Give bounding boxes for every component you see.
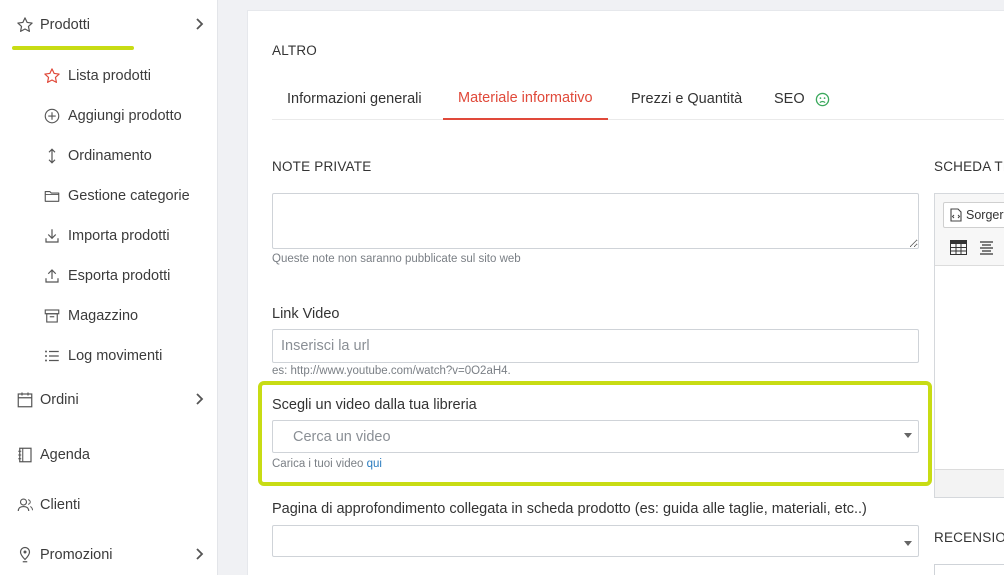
sidebar-item-agenda[interactable]: Agenda [0, 438, 218, 472]
video-link-label: Link Video [272, 306, 340, 322]
rich-text-editor[interactable]: Sorger [934, 193, 1004, 498]
tab-prezzi-quantita[interactable]: Prezzi e Quantità [616, 78, 757, 120]
sidebar-item-label: Esporta prodotti [68, 268, 171, 284]
sidebar-item-label: Prodotti [40, 17, 90, 33]
source-button[interactable]: Sorger [943, 202, 1004, 228]
sidebar-item-label: Clienti [40, 497, 81, 513]
sidebar-item-label: Ordini [40, 392, 79, 408]
sidebar-item-promozioni[interactable]: Promozioni [0, 538, 218, 572]
related-page-select[interactable] [272, 525, 919, 557]
private-notes-textarea[interactable] [272, 193, 919, 249]
list-icon [42, 346, 62, 366]
chevron-down-icon [904, 541, 912, 546]
book-icon [15, 445, 35, 465]
table-icon[interactable] [947, 236, 969, 258]
plus-circle-icon [42, 106, 62, 126]
up-down-arrow-icon [42, 146, 62, 166]
sidebar-item-label: Log movimenti [68, 348, 163, 364]
sidebar: Prodotti Lista prodotti Aggiungi prodott… [0, 0, 218, 575]
sidebar-item-ordini[interactable]: Ordini [0, 383, 218, 417]
sidebar-item-clienti[interactable]: Clienti [0, 488, 218, 522]
sidebar-item-aggiungi-prodotto[interactable]: Aggiungi prodotto [0, 101, 218, 131]
editor-toolbar: Sorger [935, 194, 1004, 266]
sidebar-item-ordinamento[interactable]: Ordinamento [0, 141, 218, 171]
sidebar-item-gestione-categorie[interactable]: Gestione categorie [0, 181, 218, 211]
tab-materiale-informativo[interactable]: Materiale informativo [443, 78, 608, 120]
recensioni-field[interactable] [934, 564, 1004, 575]
tab-label: Informazioni generali [287, 91, 422, 107]
tab-label: Materiale informativo [458, 90, 593, 106]
sidebar-item-magazzino[interactable]: Magazzino [0, 301, 218, 331]
sidebar-item-label: Lista prodotti [68, 68, 152, 84]
sidebar-item-log-movimenti[interactable]: Log movimenti [0, 341, 218, 371]
align-justify-icon[interactable] [975, 236, 997, 258]
hint-text: Carica i tuoi video [272, 458, 364, 470]
notes-label: NOTE PRIVATE [272, 159, 372, 174]
sidebar-item-label: Gestione categorie [68, 188, 190, 204]
related-page-label: Pagina di approfondimento collegata in s… [272, 501, 867, 517]
sidebar-item-label: Magazzino [68, 308, 139, 324]
download-icon [42, 226, 62, 246]
video-library-hint: Carica i tuoi video qui [272, 458, 382, 470]
video-url-input[interactable] [272, 329, 919, 363]
video-library-label: Scegli un video dalla tua libreria [272, 397, 477, 413]
sidebar-item-prodotti[interactable]: Prodotti [0, 8, 218, 42]
star-outline-red-icon [42, 66, 62, 86]
upload-icon [42, 266, 62, 286]
source-icon [950, 208, 962, 222]
video-library-select[interactable]: Cerca un video [272, 420, 919, 453]
sidebar-item-importa-prodotti[interactable]: Importa prodotti [0, 221, 218, 251]
select-placeholder: Cerca un video [293, 429, 391, 445]
sidebar-item-label: Importa prodotti [68, 228, 170, 244]
section-title: ALTRO [272, 43, 318, 58]
sidebar-item-label: Agenda [40, 447, 90, 463]
tab-bar: Informazioni generali Materiale informat… [272, 78, 1004, 120]
upload-videos-link[interactable]: qui [367, 458, 382, 470]
tab-label: Prezzi e Quantità [631, 91, 743, 107]
users-icon [15, 495, 35, 515]
chevron-right-icon [194, 17, 204, 33]
chevron-down-icon [904, 433, 912, 438]
folder-icon [42, 186, 62, 206]
editor-footer [935, 469, 1004, 497]
sidebar-item-lista-prodotti[interactable]: Lista prodotti [0, 61, 218, 91]
scheda-tecnica-label: SCHEDA TE [934, 159, 1004, 174]
sidebar-item-label: Aggiungi prodotto [68, 108, 182, 124]
calendar-icon [15, 390, 35, 410]
tab-informazioni-generali[interactable]: Informazioni generali [272, 78, 437, 120]
chevron-right-icon [194, 392, 204, 408]
sidebar-item-esporta-prodotti[interactable]: Esporta prodotti [0, 261, 218, 291]
sidebar-item-label: Ordinamento [68, 148, 152, 164]
chevron-right-icon [194, 547, 204, 563]
active-indicator [12, 46, 134, 50]
notes-hint: Queste note non saranno pubblicate sul s… [272, 253, 521, 265]
source-button-label: Sorger [966, 208, 1004, 222]
sad-face-icon [815, 92, 830, 107]
tab-seo[interactable]: SEO [759, 78, 845, 120]
star-icon [15, 15, 35, 35]
recensioni-label: RECENSIO [934, 530, 1004, 545]
tab-label: SEO [774, 91, 805, 107]
archive-box-icon [42, 306, 62, 326]
sidebar-item-label: Promozioni [40, 547, 113, 563]
pin-icon [15, 545, 35, 565]
video-link-hint: es: http://www.youtube.com/watch?v=0O2aH… [272, 365, 511, 377]
